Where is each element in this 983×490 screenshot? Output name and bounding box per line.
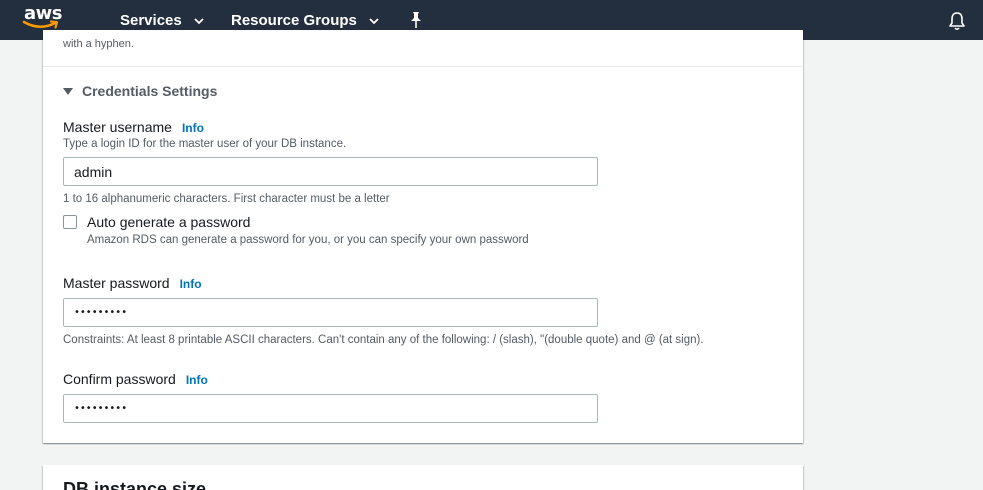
section-divider: [43, 66, 803, 67]
master-username-input[interactable]: [63, 157, 598, 186]
auto-generate-password-checkbox[interactable]: [63, 215, 77, 229]
confirm-password-label-text: Confirm password: [63, 371, 176, 387]
credentials-settings-toggle[interactable]: Credentials Settings: [63, 83, 217, 99]
caret-down-icon: [63, 88, 73, 95]
master-password-constraint: Constraints: At least 8 printable ASCII …: [63, 334, 704, 346]
db-instance-size-title: DB instance size: [63, 479, 207, 490]
master-username-label: Master username Info: [63, 119, 204, 135]
confirm-password-info-link[interactable]: Info: [186, 373, 208, 387]
credentials-settings-title: Credentials Settings: [82, 83, 218, 99]
confirm-password-input[interactable]: •••••••••: [63, 394, 598, 423]
services-menu-label: Services: [120, 11, 182, 29]
chevron-down-icon: [369, 17, 379, 25]
master-username-constraint: 1 to 16 alphanumeric characters. First c…: [63, 193, 390, 205]
previous-field-hint: with a hyphen.: [63, 38, 134, 50]
master-username-info-link[interactable]: Info: [182, 121, 204, 135]
master-password-input[interactable]: •••••••••: [63, 298, 598, 327]
confirm-password-label: Confirm password Info: [63, 371, 208, 387]
confirm-password-masked-value: •••••••••: [74, 403, 128, 414]
master-username-label-text: Master username: [63, 119, 172, 135]
chevron-down-icon: [194, 17, 204, 25]
master-password-label-text: Master password: [63, 275, 170, 291]
master-password-masked-value: •••••••••: [74, 307, 128, 318]
settings-panel: with a hyphen. Credentials Settings Mast…: [43, 30, 803, 443]
master-password-label: Master password Info: [63, 275, 202, 291]
resource-groups-menu-label: Resource Groups: [231, 11, 357, 29]
master-username-description: Type a login ID for the master user of y…: [63, 138, 347, 150]
bell-icon[interactable]: [948, 11, 966, 36]
master-password-info-link[interactable]: Info: [180, 277, 202, 291]
next-section-panel: DB instance size: [43, 465, 803, 490]
auto-generate-password-description: Amazon RDS can generate a password for y…: [87, 234, 529, 246]
auto-generate-password-label[interactable]: Auto generate a password: [87, 214, 250, 230]
